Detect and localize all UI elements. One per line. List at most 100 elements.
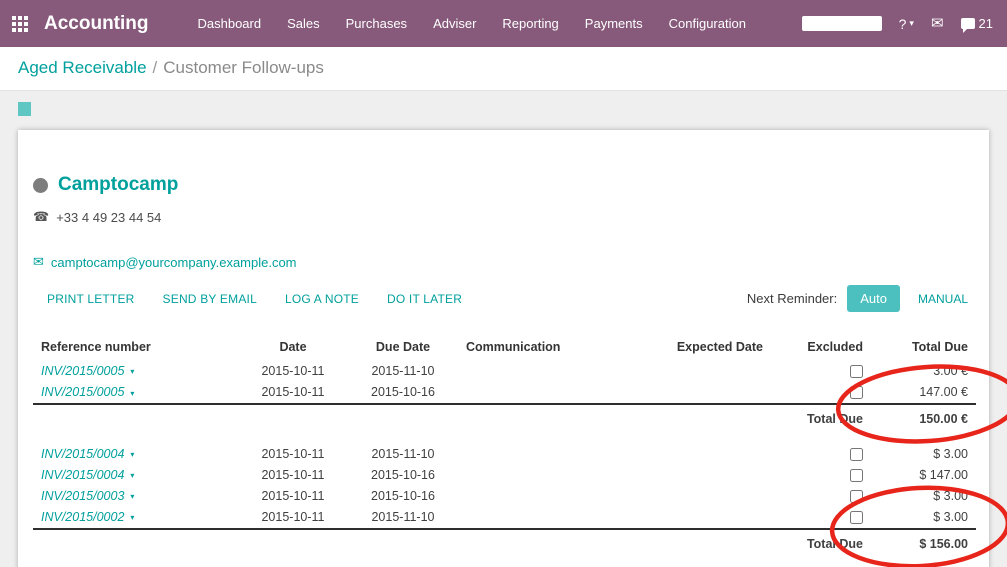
do-it-later-button[interactable]: DO IT LATER [373,286,476,312]
cell-expected-date [653,486,771,507]
cell-expected-date [653,382,771,404]
log-a-note-button[interactable]: LOG A NOTE [271,286,373,312]
reminder-manual-button[interactable]: MANUAL [910,286,976,312]
invoice-ref: INV/2015/0005 [41,385,124,399]
excluded-checkbox[interactable] [850,448,863,461]
print-letter-button[interactable]: PRINT LETTER [33,286,149,312]
invoice-link[interactable]: INV/2015/0004 ▾ [41,468,134,482]
header-communication: Communication [458,336,653,361]
invoice-link[interactable]: INV/2015/0003 ▾ [41,489,134,503]
header-expected-date: Expected Date [653,336,771,361]
chevron-down-icon: ▾ [130,492,134,501]
invoice-link[interactable]: INV/2015/0005▾ [41,385,134,399]
breadcrumb-parent-link[interactable]: Aged Receivable [18,58,147,77]
total-due-label: Total Due [771,529,871,558]
cell-due-date: 2015-10-16 [348,382,458,404]
table-row: INV/2015/0005▾ 2015-10-11 2015-11-10 3.0… [33,361,976,382]
cell-date: 2015-10-11 [238,465,348,486]
cell-total-due: $ 3.00 [871,486,976,507]
invoice-ref: INV/2015/0004 [41,447,124,461]
cell-communication [458,382,653,404]
chat-counter[interactable]: 21 [961,16,993,31]
excluded-checkbox[interactable] [850,511,863,524]
cell-total-due: $ 3.00 [871,443,976,464]
excluded-checkbox[interactable] [850,365,863,378]
cell-communication [458,443,653,464]
excluded-checkbox[interactable] [850,490,863,503]
group-total-row: Total Due 150.00 € [33,404,976,433]
cell-total-due: $ 147.00 [871,465,976,486]
email-row: ✉ camptocamp@yourcompany.example.com [33,254,976,270]
header-date: Date [238,336,348,361]
table-row: INV/2015/0004 ▾ 2015-10-11 2015-10-16 $ 1… [33,465,976,486]
cell-total-due: 147.00 € [871,382,976,404]
cell-communication [458,465,653,486]
topbar-right: ? ▾ ✉ 21 [802,16,993,32]
cell-communication [458,507,653,529]
cell-communication [458,486,653,507]
topbar-search-input[interactable] [802,16,882,31]
menu-item-sales[interactable]: Sales [274,0,333,47]
customer-email-link[interactable]: camptocamp@yourcompany.example.com [51,255,297,270]
cell-due-date: 2015-11-10 [348,361,458,382]
invoice-ref: INV/2015/0002 [41,510,124,524]
total-due-label: Total Due [771,404,871,433]
invoice-link[interactable]: INV/2015/0002 ▾ [41,510,134,524]
app-title: Accounting [44,13,149,35]
chevron-down-icon: ▾ [130,513,134,522]
cell-expected-date [653,443,771,464]
table-row: INV/2015/0004▾ 2015-10-11 2015-11-10 $ 3… [33,443,976,464]
menu-item-adviser[interactable]: Adviser [420,0,489,47]
menu-item-payments[interactable]: Payments [572,0,656,47]
total-due-value: $ 156.00 [871,529,976,558]
next-reminder-cluster: Next Reminder: Auto MANUAL [747,285,976,312]
invoice-link[interactable]: INV/2015/0004 ▾ [41,447,134,461]
table-header-row: Reference number Date Due Date Communica… [33,336,976,361]
group-total-row: Total Due $ 156.00 [33,529,976,558]
invoice-ref: INV/2015/0003 [41,489,124,503]
phone-icon: ☎ [33,209,49,225]
header-reference-number: Reference number [33,336,238,361]
send-by-email-button[interactable]: SEND BY EMAIL [149,286,271,312]
messages-envelope-icon[interactable]: ✉ [931,16,944,31]
help-menu[interactable]: ? ▾ [899,16,914,32]
chevron-down-icon: ▾ [130,367,134,376]
invoice-link[interactable]: INV/2015/0005 ▾ [41,364,134,378]
actions-row: PRINT LETTER SEND BY EMAIL LOG A NOTE DO… [33,285,976,312]
phone-row: ☎ +33 4 49 23 44 54 [33,209,976,225]
cell-due-date: 2015-11-10 [348,507,458,529]
customer-name: Camptocamp [58,174,178,196]
cell-expected-date [653,507,771,529]
total-due-value: 150.00 € [871,404,976,433]
customer-phone: +33 4 49 23 44 54 [56,210,161,225]
invoice-ref: INV/2015/0004 [41,468,124,482]
reminder-auto-button[interactable]: Auto [847,285,900,312]
speech-bubble-icon [961,18,975,29]
message-count: 21 [979,16,993,31]
chevron-down-icon: ▾ [130,471,134,480]
menu-item-purchases[interactable]: Purchases [333,0,420,47]
cell-date: 2015-10-11 [238,361,348,382]
cell-due-date: 2015-10-16 [348,486,458,507]
excluded-checkbox[interactable] [850,469,863,482]
cell-expected-date [653,361,771,382]
breadcrumb: Aged Receivable/Customer Follow-ups [0,47,1007,91]
cell-due-date: 2015-10-16 [348,465,458,486]
cell-communication [458,361,653,382]
excluded-checkbox[interactable] [850,386,863,399]
cell-due-date: 2015-11-10 [348,443,458,464]
breadcrumb-separator: / [153,58,158,77]
apps-grid-icon[interactable] [12,16,28,32]
cell-date: 2015-10-11 [238,486,348,507]
cell-date: 2015-10-11 [238,382,348,404]
menu-item-reporting[interactable]: Reporting [489,0,571,47]
menu-item-configuration[interactable]: Configuration [656,0,759,47]
chevron-down-icon: ▾ [130,450,134,459]
invoice-ref: INV/2015/0005 [41,364,124,378]
table-row: INV/2015/0005▾ 2015-10-11 2015-10-16 147… [33,382,976,404]
customer-header: Camptocamp [33,174,976,196]
table-row: INV/2015/0002▾ 2015-10-11 2015-11-10 $ 3… [33,507,976,529]
cell-date: 2015-10-11 [238,507,348,529]
envelope-icon: ✉ [33,254,44,270]
menu-item-dashboard[interactable]: Dashboard [185,0,275,47]
